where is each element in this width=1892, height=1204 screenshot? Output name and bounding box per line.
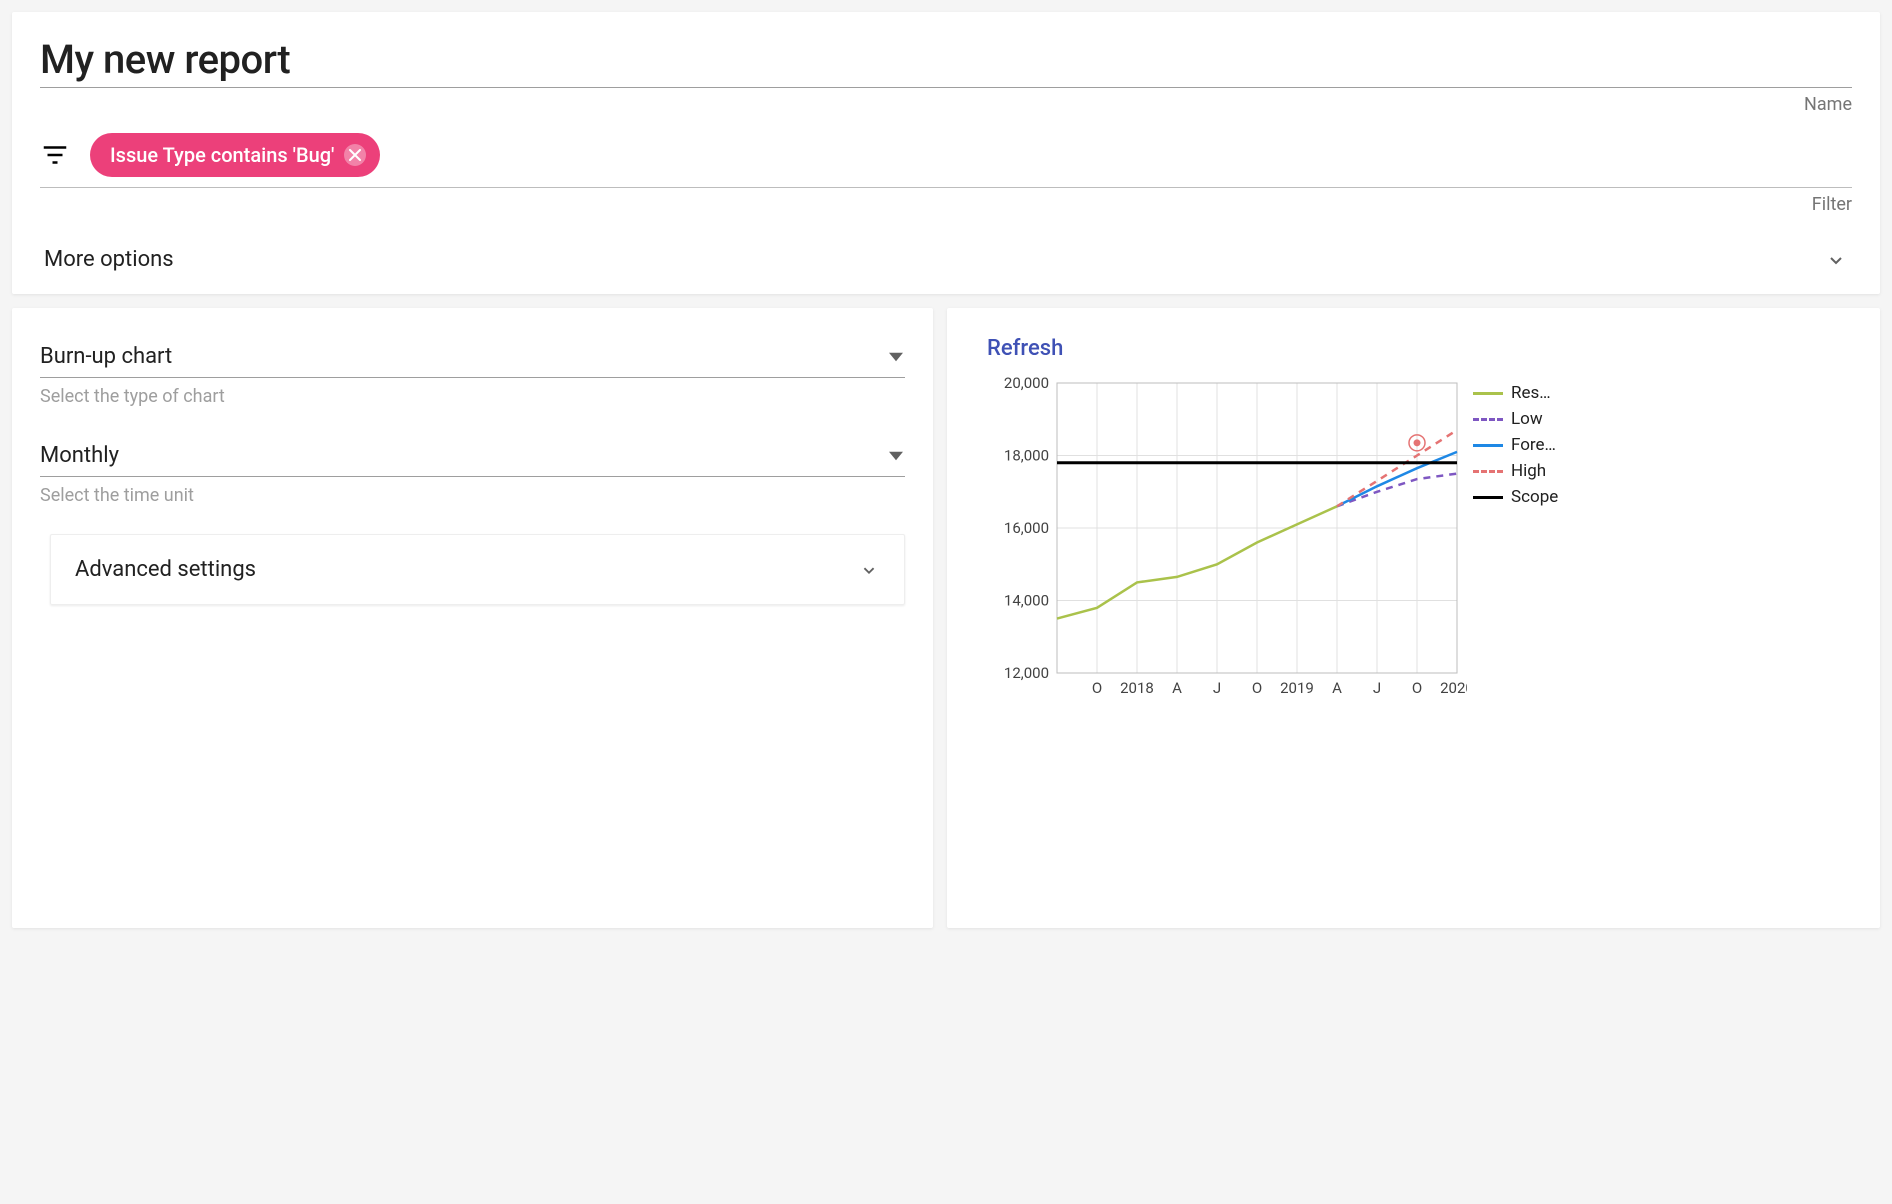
chart-type-hint: Select the type of chart bbox=[40, 386, 905, 407]
svg-text:J: J bbox=[1373, 679, 1381, 697]
svg-text:2018: 2018 bbox=[1120, 679, 1154, 697]
report-title[interactable]: My new report bbox=[40, 36, 1852, 83]
filter-chip[interactable]: Issue Type contains 'Bug' bbox=[90, 133, 380, 177]
filter-icon[interactable] bbox=[40, 140, 70, 170]
legend-item-scope: Scope bbox=[1473, 487, 1559, 507]
svg-text:J: J bbox=[1213, 679, 1221, 697]
svg-text:A: A bbox=[1332, 679, 1342, 697]
chart-type-select[interactable]: Burn-up chart bbox=[40, 336, 905, 378]
svg-text:2019: 2019 bbox=[1280, 679, 1314, 697]
dropdown-caret-icon bbox=[889, 350, 903, 364]
burnup-chart: 12,000 14,000 16,000 18,000 20,000 O 2018 A J O 20… bbox=[987, 373, 1467, 713]
svg-text:14,000: 14,000 bbox=[1004, 592, 1049, 610]
legend-item-low: Low bbox=[1473, 409, 1559, 429]
panels-row: Burn-up chart Select the type of chart M… bbox=[12, 308, 1880, 928]
chart-wrap: 12,000 14,000 16,000 18,000 20,000 O 2018 A J O 20… bbox=[987, 373, 1852, 713]
name-section-label: Name bbox=[40, 88, 1852, 125]
chart-legend: Res… Low Fore… High Scope bbox=[1473, 373, 1852, 713]
advanced-settings-toggle[interactable]: Advanced settings bbox=[50, 534, 905, 605]
svg-text:A: A bbox=[1172, 679, 1182, 697]
filter-chip-remove-icon[interactable] bbox=[344, 144, 366, 166]
chart-type-value: Burn-up chart bbox=[40, 344, 172, 369]
svg-text:2020: 2020 bbox=[1440, 679, 1467, 697]
svg-text:12,000: 12,000 bbox=[1004, 664, 1049, 682]
filter-row: Issue Type contains 'Bug' bbox=[40, 125, 1852, 188]
filter-chip-label: Issue Type contains 'Bug' bbox=[110, 143, 334, 167]
title-section: My new report bbox=[40, 36, 1852, 88]
legend-item-high: High bbox=[1473, 461, 1559, 481]
settings-panel: Burn-up chart Select the type of chart M… bbox=[12, 308, 933, 928]
time-unit-value: Monthly bbox=[40, 443, 119, 468]
legend-item-fore: Fore… bbox=[1473, 435, 1559, 455]
filter-section-label: Filter bbox=[40, 188, 1852, 225]
legend-item-res: Res… bbox=[1473, 383, 1559, 403]
advanced-settings-label: Advanced settings bbox=[75, 557, 256, 582]
dropdown-caret-icon bbox=[889, 449, 903, 463]
report-header-card: My new report Name Issue Type contains '… bbox=[12, 12, 1880, 294]
chart-type-group: Burn-up chart Select the type of chart bbox=[40, 336, 905, 407]
svg-text:20,000: 20,000 bbox=[1004, 374, 1049, 392]
time-unit-group: Monthly Select the time unit bbox=[40, 435, 905, 506]
refresh-button[interactable]: Refresh bbox=[987, 336, 1063, 361]
svg-text:18,000: 18,000 bbox=[1004, 447, 1049, 465]
time-unit-hint: Select the time unit bbox=[40, 485, 905, 506]
chevron-down-icon bbox=[1824, 248, 1848, 272]
time-unit-select[interactable]: Monthly bbox=[40, 435, 905, 477]
more-options-toggle[interactable]: More options bbox=[40, 225, 1852, 294]
svg-text:16,000: 16,000 bbox=[1004, 519, 1049, 537]
svg-text:O: O bbox=[1412, 679, 1422, 697]
svg-text:O: O bbox=[1252, 679, 1262, 697]
more-options-label: More options bbox=[44, 247, 174, 272]
chart-panel: Refresh 12,00014,00016,00018,00020,000O2… bbox=[947, 308, 1880, 928]
svg-text:O: O bbox=[1092, 679, 1102, 697]
chevron-down-icon bbox=[858, 559, 880, 581]
